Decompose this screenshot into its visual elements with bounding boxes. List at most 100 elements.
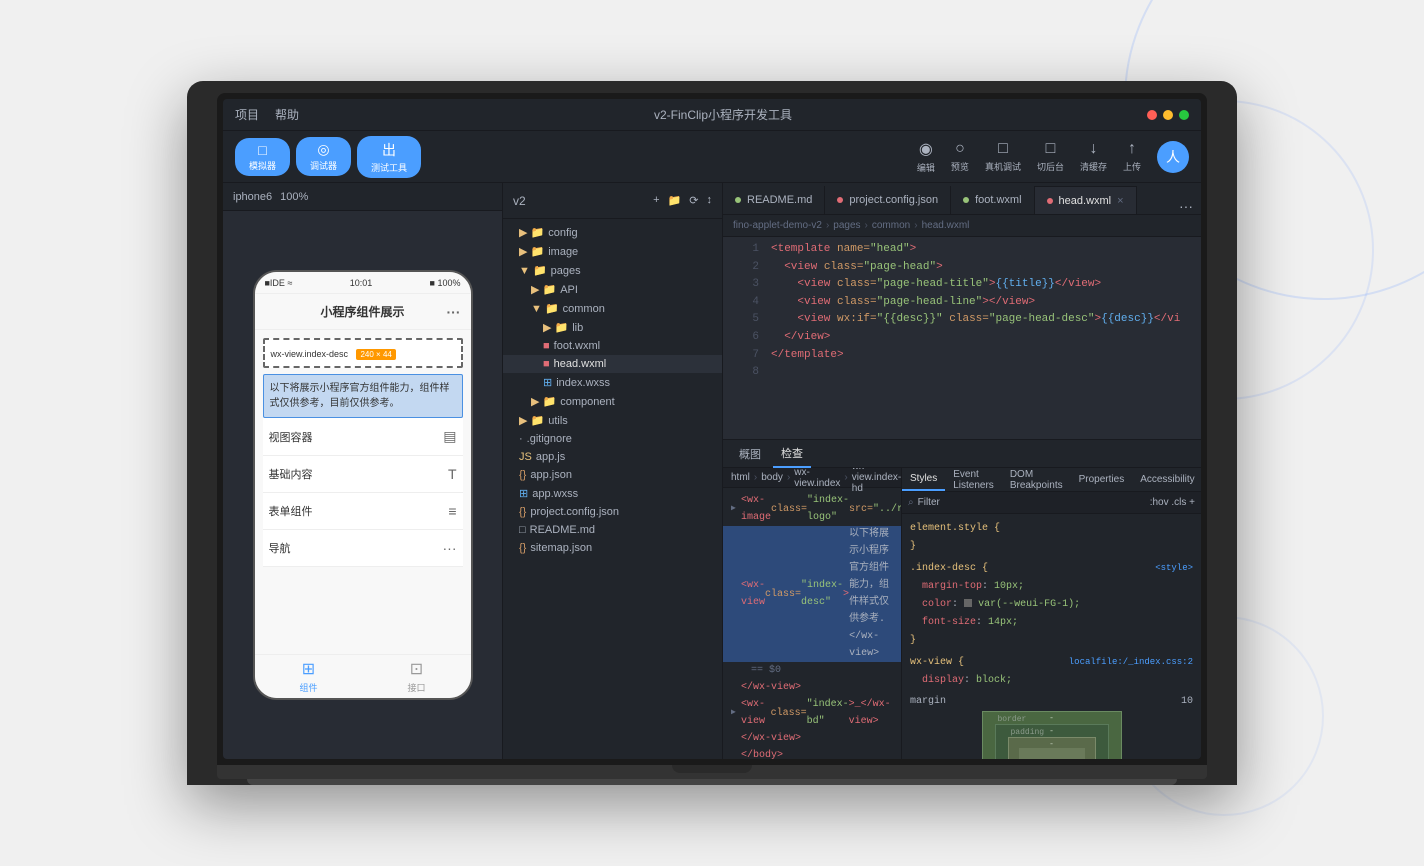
refresh-icon[interactable]: ⟳ <box>689 194 698 207</box>
tree-project-config[interactable]: {} project.config.json <box>503 503 722 521</box>
list-item-2[interactable]: 基础内容 T <box>263 456 463 493</box>
style-element-style: element.style { } <box>902 518 1201 558</box>
collapse-icon[interactable]: ↕ <box>707 194 713 207</box>
tree-app-json[interactable]: {} app.json <box>503 466 722 484</box>
list-label-4: 导航 <box>269 540 291 556</box>
color-swatch <box>964 599 972 607</box>
user-avatar[interactable]: 人 <box>1157 141 1189 173</box>
close-button[interactable] <box>1147 110 1157 120</box>
action-background[interactable]: □ 切后台 <box>1037 140 1064 173</box>
styles-panel: Styles Event Listeners DOM Breakpoints P… <box>901 468 1201 759</box>
test-button[interactable]: 出 测试工具 <box>357 136 421 178</box>
filter-icon: ⌕ <box>908 497 914 508</box>
list-item-4[interactable]: 导航 ··· <box>263 530 463 567</box>
html-line-wx-view-close: </wx-view> <box>723 679 901 696</box>
index-wxss-label: index.wxss <box>556 377 610 389</box>
tree-config[interactable]: ▶ 📁 config <box>503 223 722 242</box>
tab-readme[interactable]: README.md <box>723 186 825 214</box>
breadcrumb-sep-3: › <box>914 220 917 231</box>
sitemap-label: sitemap.json <box>530 542 592 554</box>
window-controls <box>1147 110 1189 120</box>
selected-element-indicator: wx-view.index-desc 240 × 44 <box>263 338 463 368</box>
list-item-3[interactable]: 表单组件 ≡ <box>263 493 463 530</box>
styles-content: element.style { } .index-desc { <style> <box>902 514 1201 759</box>
tree-lib[interactable]: ▶ 📁 lib <box>503 318 722 337</box>
tree-foot-wxml[interactable]: ■ foot.wxml <box>503 337 722 355</box>
tree-common[interactable]: ▼ 📁 common <box>503 299 722 318</box>
list-icon-4: ··· <box>443 540 457 556</box>
list-icon-3: ≡ <box>448 503 456 519</box>
edit-icon: ◉ <box>919 139 933 159</box>
tab-foot-wxml[interactable]: foot.wxml <box>951 186 1034 214</box>
list-icon-1: ▤ <box>443 428 456 445</box>
maximize-button[interactable] <box>1179 110 1189 120</box>
html-line-image: ▶ <wx-image class="index-logo" src="../r… <box>723 492 901 526</box>
tab-dot-head <box>1047 198 1053 204</box>
menu-project[interactable]: 项目 <box>235 106 259 123</box>
action-real-debug[interactable]: □ 真机调试 <box>985 140 1021 173</box>
component-label: component <box>560 396 614 408</box>
laptop-frame: 项目 帮助 v2-FinClip小程序开发工具 □ <box>187 81 1237 785</box>
code-editor[interactable]: 1 <template name="head"> 2 <view class="… <box>723 237 1201 439</box>
minimize-button[interactable] <box>1163 110 1173 120</box>
tree-image[interactable]: ▶ 📁 image <box>503 242 722 261</box>
tree-component[interactable]: ▶ 📁 component <box>503 392 722 411</box>
zoom-level: 100% <box>280 191 308 203</box>
screen-bezel: 项目 帮助 v2-FinClip小程序开发工具 □ <box>217 93 1207 765</box>
tree-readme[interactable]: □ README.md <box>503 521 722 539</box>
tree-gitignore[interactable]: · .gitignore <box>503 430 722 448</box>
list-label-2: 基础内容 <box>269 466 313 482</box>
filter-pseudo[interactable]: :hov .cls + <box>1150 497 1195 508</box>
folder-icon-pages: ▼ 📁 <box>519 264 547 277</box>
styles-tab-dom[interactable]: DOM Breakpoints <box>1002 468 1071 491</box>
tab-more-button[interactable]: ··· <box>1171 198 1201 214</box>
toolbar-right: ◉ 编辑 ○ 预览 □ 真机调试 □ 切后台 <box>917 139 1189 174</box>
styles-tab-styles[interactable]: Styles <box>902 468 945 491</box>
action-upload[interactable]: ↑ 上传 <box>1123 140 1141 173</box>
tree-pages[interactable]: ▼ 📁 pages <box>503 261 722 280</box>
debug-button[interactable]: ◎ 调试器 <box>296 137 351 176</box>
tree-head-wxml[interactable]: ■ head.wxml <box>503 355 722 373</box>
tab-component[interactable]: ⊞ 组件 <box>299 659 317 694</box>
devtools-tab-elements[interactable]: 概图 <box>731 440 769 468</box>
file-icon-foot: ■ <box>543 340 550 352</box>
tree-app-wxss[interactable]: ⊞ app.wxss <box>503 484 722 503</box>
debug-icon: ◎ <box>317 141 329 158</box>
background-label: 切后台 <box>1037 160 1064 173</box>
styles-filter: ⌕ :hov .cls + <box>902 492 1201 514</box>
tree-sitemap[interactable]: {} sitemap.json <box>503 539 722 557</box>
status-left: ■IDE ≈ <box>265 278 293 288</box>
new-file-icon[interactable]: + <box>653 194 659 207</box>
filter-input[interactable] <box>918 497 1150 508</box>
action-clear-cache[interactable]: ↓ 清缓存 <box>1080 140 1107 173</box>
tree-index-wxss[interactable]: ⊞ index.wxss <box>503 373 722 392</box>
path-body[interactable]: body <box>761 472 783 483</box>
styles-tab-a11y[interactable]: Accessibility <box>1132 468 1201 491</box>
code-lines: 1 <template name="head"> 2 <view class="… <box>723 237 1201 439</box>
main-content: iphone6 100% ■IDE ≈ 10:01 ■ 100% <box>223 183 1201 759</box>
devtools-tab-console[interactable]: 检查 <box>773 440 811 468</box>
file-tree-toolbar: + 📁 ⟳ ↕ <box>653 194 712 207</box>
styles-tab-events[interactable]: Event Listeners <box>945 468 1002 491</box>
new-folder-icon[interactable]: 📁 <box>668 194 682 207</box>
tab-close-icon[interactable]: × <box>1117 195 1123 207</box>
upload-label: 上传 <box>1123 160 1141 173</box>
tab-interface[interactable]: ⊡ 接口 <box>407 659 425 694</box>
html-line-wx-view-2: </wx-view> <box>723 730 901 747</box>
tab-project-config[interactable]: project.config.json <box>825 186 951 214</box>
path-html[interactable]: html <box>731 472 750 483</box>
simulate-button[interactable]: □ 模拟器 <box>235 138 290 176</box>
html-line-desc-selected[interactable]: <wx-view class="index-desc" > 以下将展示小程序官方… <box>723 526 901 662</box>
menu-help[interactable]: 帮助 <box>275 106 299 123</box>
tab-head-wxml[interactable]: head.wxml × <box>1035 186 1137 214</box>
action-preview[interactable]: ○ 预览 <box>951 140 969 173</box>
list-item-1[interactable]: 视图容器 ▤ <box>263 418 463 456</box>
tree-utils[interactable]: ▶ 📁 utils <box>503 411 722 430</box>
styles-tab-props[interactable]: Properties <box>1071 468 1133 491</box>
action-edit[interactable]: ◉ 编辑 <box>917 139 935 174</box>
tree-app-js[interactable]: JS app.js <box>503 448 722 466</box>
path-wx-view-index[interactable]: wx-view.index <box>794 468 840 489</box>
tree-api[interactable]: ▶ 📁 API <box>503 280 722 299</box>
file-icon-app-wxss: ⊞ <box>519 487 528 500</box>
nav-more-icon[interactable]: ··· <box>447 304 461 320</box>
